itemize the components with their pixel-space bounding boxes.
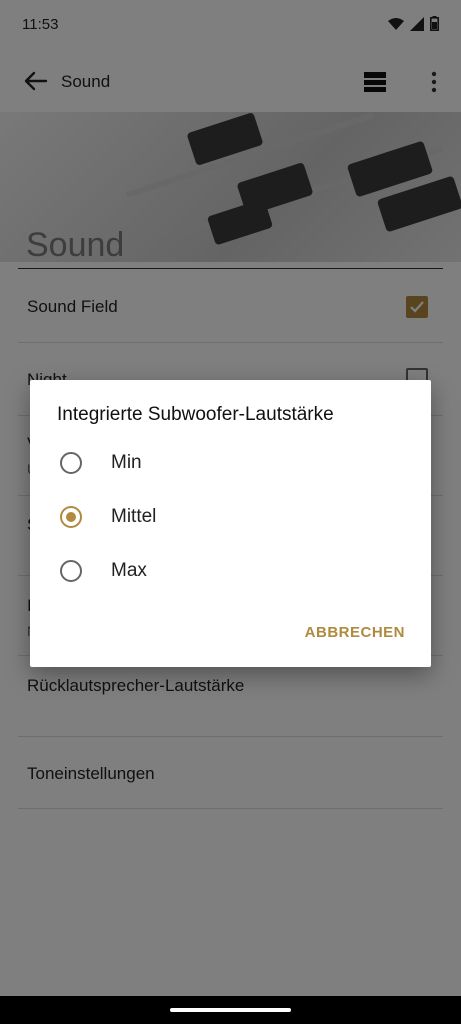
home-gesture-handle[interactable] xyxy=(170,1008,291,1012)
option-min-label: Min xyxy=(111,452,142,473)
radio-mittel[interactable] xyxy=(60,506,82,528)
option-mittel-label: Mittel xyxy=(111,506,157,527)
dialog-title: Integrierte Subwoofer-Lautstärke xyxy=(57,404,334,425)
cancel-button[interactable]: ABBRECHEN xyxy=(305,624,405,641)
radio-max[interactable] xyxy=(60,560,82,582)
option-max[interactable]: Max xyxy=(30,546,431,596)
radio-min[interactable] xyxy=(60,452,82,474)
subwoofer-volume-dialog: Integrierte Subwoofer-Lautstärke Min Mit… xyxy=(30,380,431,667)
option-max-label: Max xyxy=(111,560,147,581)
option-min[interactable]: Min xyxy=(30,438,431,488)
option-mittel[interactable]: Mittel xyxy=(30,492,431,542)
